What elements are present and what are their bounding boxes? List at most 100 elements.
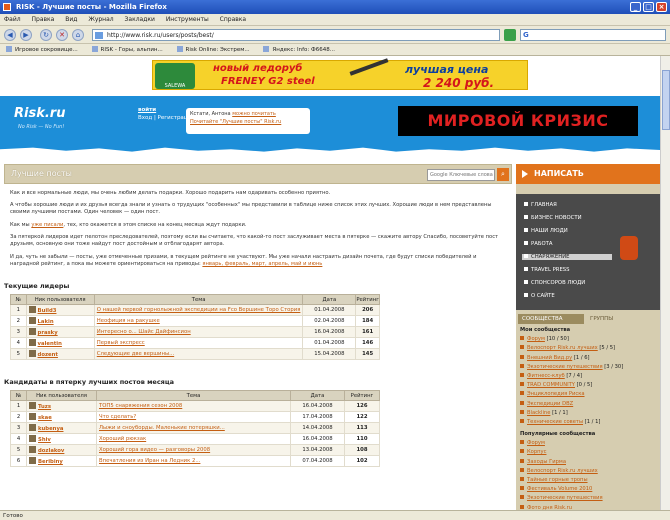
user-link[interactable]: Shiv <box>38 437 51 443</box>
menu-file[interactable]: Файл <box>4 16 21 23</box>
user-cell[interactable]: valentin <box>25 337 95 349</box>
user-link[interactable]: kubenya <box>38 426 63 432</box>
topic-link[interactable]: Первый экспресс <box>93 337 304 349</box>
sidebar-menu-item[interactable]: НАШИ ЛЮДИ <box>524 228 614 234</box>
topic-link[interactable]: Лыжи и сноуборды. Маленькие потеряшки... <box>96 422 291 434</box>
menu-tools[interactable]: Инструменты <box>166 16 209 23</box>
bookmark-item[interactable]: RISK - Горы, альпин... <box>92 47 163 53</box>
already-wrote-link[interactable]: уже писали <box>31 222 63 228</box>
crisis-banner[interactable]: МИРОВОЙ КРИЗИС <box>398 106 638 136</box>
user-link[interactable]: Beribiny <box>38 459 63 465</box>
user-cell[interactable]: skae <box>26 411 97 423</box>
community-link[interactable]: Экспедиции DBZ <box>527 401 573 407</box>
community-item[interactable]: Корпус <box>520 448 656 457</box>
scrollbar-thumb[interactable] <box>662 70 670 130</box>
community-link[interactable]: Форум <box>527 440 545 446</box>
site-logo[interactable]: Risk.ru <box>14 106 65 121</box>
community-link[interactable]: Велоспорт Risk.ru лучших <box>527 345 598 351</box>
topic-link[interactable]: Впечатления из Иран на Ледник 2... <box>96 455 291 467</box>
community-item[interactable]: Энциклопедия Риска <box>520 390 656 399</box>
topic-link[interactable]: Хороший гора видео — разговоры 2008 <box>96 444 291 456</box>
menu-help[interactable]: Справка <box>220 16 246 23</box>
community-item[interactable]: Тайные горные тропы <box>520 476 656 485</box>
search-input[interactable]: G <box>520 29 666 41</box>
community-link[interactable]: Корпус <box>527 449 546 455</box>
community-link[interactable]: Тайные горные тропы <box>527 477 588 483</box>
community-link[interactable]: Энциклопедия Риска <box>527 391 585 397</box>
community-item[interactable]: Заходы Гирма <box>520 458 656 467</box>
menu-edit[interactable]: Правка <box>32 16 55 23</box>
sidebar-menu-item[interactable]: РАБОТА <box>524 241 614 247</box>
notice-link[interactable]: можно почитать <box>232 111 276 117</box>
user-link[interactable]: valentin <box>38 341 62 347</box>
sidebar-menu-item[interactable]: TRAVEL PRESS <box>524 267 614 273</box>
ad-banner[interactable]: SALEWA новый ледоруб FRENEY G2 steel луч… <box>152 58 528 90</box>
sidebar-menu-item[interactable]: СНАРЯЖЕНИЕ <box>522 254 612 260</box>
community-link[interactable]: Заходы Гирма <box>527 459 566 465</box>
community-item[interactable]: Фестиваль Volume 2010 <box>520 485 656 494</box>
topic-link[interactable]: Интересно о... Шайс Дайфинсион <box>93 326 304 338</box>
community-item[interactable]: Форум [10 / 50] <box>520 335 656 344</box>
close-button[interactable]: × <box>656 2 667 12</box>
community-item[interactable]: Blackline [1 / 1] <box>520 409 656 418</box>
user-cell[interactable]: kubenya <box>26 422 97 434</box>
bookmark-item[interactable]: Яндекс: Info: Ф6648... <box>263 47 335 53</box>
community-item[interactable]: Экзотические путешествия [3 / 30] <box>520 363 656 372</box>
community-item[interactable]: Технические советы [1 / 1] <box>520 418 656 427</box>
community-link[interactable]: Внешний Вид.ру <box>527 355 572 361</box>
reload-icon[interactable]: ↻ <box>40 29 52 41</box>
topic-link[interactable]: Хороший рюкзак <box>96 433 291 445</box>
community-item[interactable]: Внешний Вид.ру [1 / 6] <box>520 354 656 363</box>
user-cell[interactable]: Lakin <box>25 315 95 327</box>
community-link[interactable]: Велоспорт Risk.ru лучших <box>527 468 598 474</box>
sidebar-menu-item[interactable]: О САЙТЕ <box>524 293 614 299</box>
topic-link[interactable]: Неофиция на ракушке <box>93 315 304 327</box>
menu-bookmarks[interactable]: Закладки <box>125 16 155 23</box>
community-link[interactable]: Blackline <box>527 410 550 416</box>
community-item[interactable]: Велоспорт Risk.ru лучших <box>520 467 656 476</box>
bookmark-item[interactable]: Игровое сокровище... <box>6 47 78 53</box>
tab-communities[interactable]: СООБЩЕСТВА <box>518 314 584 324</box>
community-item[interactable]: Велоспорт Risk.ru лучших [5 / 5] <box>520 344 656 353</box>
go-button[interactable] <box>504 29 516 41</box>
user-cell[interactable]: Tuzs <box>26 400 97 412</box>
user-cell[interactable]: dozlakov <box>26 444 97 456</box>
user-cell[interactable]: prasky <box>25 326 95 338</box>
sidebar-menu-item[interactable]: БИЗНЕС НОВОСТИ <box>524 215 614 221</box>
community-item[interactable]: Экспедиции DBZ <box>520 400 656 409</box>
back-icon[interactable]: ◀ <box>4 29 16 41</box>
month-links[interactable]: январь, февраль, март, апрель, май и июн… <box>202 261 322 267</box>
user-link[interactable]: Tuzs <box>38 404 51 410</box>
community-item[interactable]: Фитнесс-клуб [7 / 4] <box>520 372 656 381</box>
community-link[interactable]: Экзотические путешествия <box>527 495 603 501</box>
user-cell[interactable]: Beribiny <box>26 455 97 467</box>
home-icon[interactable]: ⌂ <box>72 29 84 41</box>
community-link[interactable]: TRAD COMMUNITY <box>527 382 575 388</box>
user-link[interactable]: dozent <box>38 352 58 358</box>
minimize-button[interactable]: _ <box>630 2 641 12</box>
user-cell[interactable]: dozent <box>25 348 95 360</box>
user-link[interactable]: dozlakov <box>38 448 64 454</box>
sidebar-menu-item[interactable]: ГЛАВНАЯ <box>524 202 614 208</box>
community-item[interactable]: TRAD COMMUNITY [0 / 5] <box>520 381 656 390</box>
user-link[interactable]: Lakin <box>38 319 54 325</box>
maximize-button[interactable]: □ <box>643 2 654 12</box>
topic-link[interactable]: ТОП5 снаряжения сезон 2008 <box>96 400 291 412</box>
forward-icon[interactable]: ▶ <box>20 29 32 41</box>
community-link[interactable]: Экзотические путешествия <box>527 364 603 370</box>
user-link[interactable]: skae <box>38 415 52 421</box>
sidebar-menu-item[interactable]: СПОНСОРОВ ЛЮДИ <box>524 280 614 286</box>
site-search-input[interactable]: Google Ключевые слова <box>427 169 495 181</box>
user-cell[interactable]: Shiv <box>26 433 97 445</box>
topic-link[interactable]: Следующие две вершины... <box>93 348 304 360</box>
address-bar[interactable]: http://www.risk.ru/users/posts/best/ <box>92 29 500 41</box>
notice-text2[interactable]: Почитайте "Лучшие посты" Risk.ru <box>190 119 281 125</box>
user-link[interactable]: Build3 <box>38 308 57 314</box>
community-item[interactable]: Форум <box>520 439 656 448</box>
user-cell[interactable]: Build3 <box>25 304 95 316</box>
topic-link[interactable]: О нашей первой горнолыжной экспедиции на… <box>93 304 304 316</box>
community-item[interactable]: Экзотические путешествия <box>520 494 656 503</box>
bookmark-item[interactable]: Risk Online: Экстрем... <box>177 47 250 53</box>
search-button[interactable]: ⌕ <box>497 168 509 181</box>
community-link[interactable]: Фитнесс-клуб <box>527 373 565 379</box>
